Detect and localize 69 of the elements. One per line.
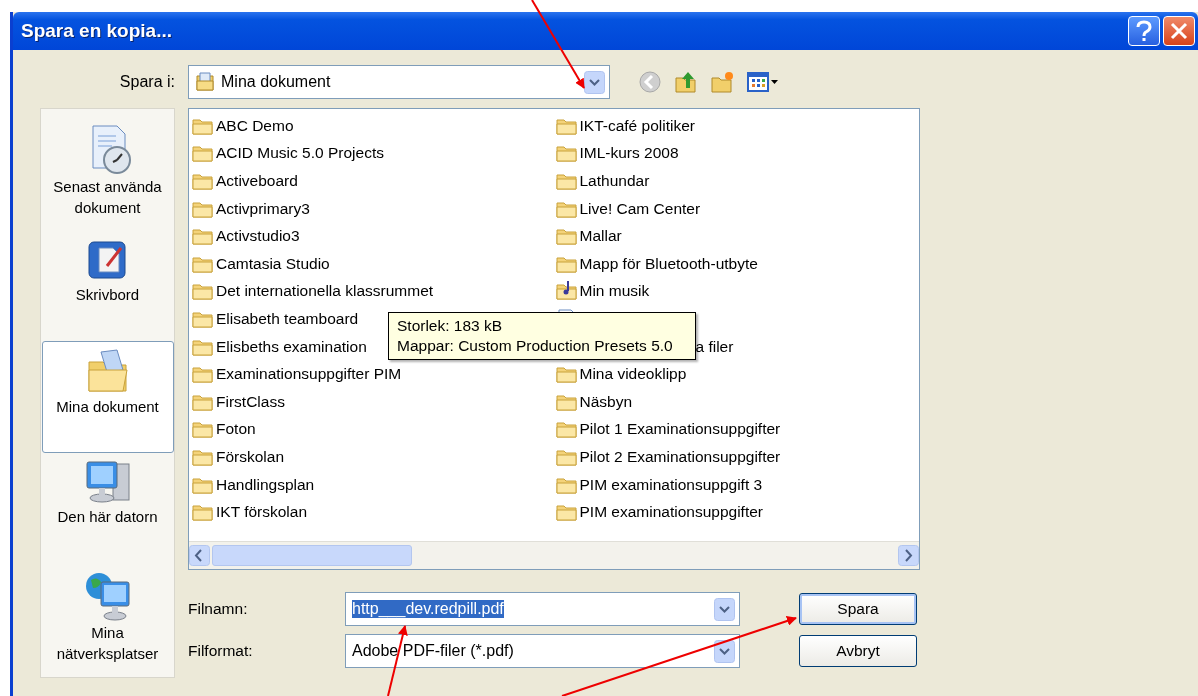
folder-icon: [555, 143, 578, 164]
view-menu-icon: [747, 70, 779, 94]
folder-icon: [555, 171, 578, 191]
folder-name[interactable]: Lathundar: [579, 172, 650, 190]
folder-icon: [192, 502, 214, 523]
scrollbar-thumb[interactable]: [212, 545, 412, 566]
folder-name[interactable]: IML-kurs 2008: [579, 144, 679, 163]
folder-icon: [192, 281, 214, 302]
folder-icon: [192, 226, 214, 247]
folder-name[interactable]: Mapp för Bluetooth-utbyte: [579, 254, 758, 273]
places-bar-item[interactable]: Mina dokument: [41, 341, 174, 453]
folder-name[interactable]: IKT-café politiker: [579, 116, 695, 135]
location-dropdown[interactable]: Mina dokument: [188, 65, 610, 99]
folder-name[interactable]: Min musik: [579, 282, 650, 301]
tooltip: Storlek: 183 kB Mappar: Custom Production Presets 5.0: [388, 312, 696, 360]
folder-name[interactable]: Live! Cam Center: [579, 199, 701, 218]
filename-field[interactable]: http___dev.redpill.pdf: [345, 592, 740, 626]
places-bar-item[interactable]: Skrivbord: [41, 229, 174, 341]
folder-up-icon: [674, 70, 698, 94]
folder-icon: [555, 364, 578, 385]
folder-name[interactable]: Camtasia Studio: [216, 254, 330, 273]
folder-name[interactable]: FirstClass: [216, 392, 285, 411]
folder-name[interactable]: Activprimary3: [216, 199, 310, 218]
folder-name[interactable]: Activstudio3: [216, 227, 300, 246]
folder-name[interactable]: PIM examinationsuppgifter: [579, 503, 763, 522]
places-bar-item[interactable]: Den här datorn: [41, 453, 174, 565]
folder-icon: [555, 502, 578, 523]
close-icon: [1168, 20, 1190, 42]
places-bar-item[interactable]: Mina nätverksplatser: [41, 565, 174, 677]
folder-name[interactable]: ACID Music 5.0 Projects: [216, 144, 384, 163]
field-label: Spara i:: [118, 73, 175, 91]
close-button[interactable]: [1163, 16, 1195, 46]
scroll-left-icon: [189, 545, 210, 566]
folder-icon: [192, 419, 214, 440]
folder-name[interactable]: Näsbyn: [579, 392, 633, 411]
folder-name[interactable]: ABC Demo: [216, 116, 294, 135]
folder-icon: [555, 419, 578, 440]
folder-name[interactable]: PIM examinationsuppgift 3: [579, 475, 763, 494]
scroll-right-icon: [898, 545, 919, 566]
save-button[interactable]: Spara: [799, 593, 917, 625]
documents-icon: [195, 71, 215, 93]
field-label: Filformat:: [188, 642, 254, 660]
folder-name[interactable]: IKT förskolan: [216, 503, 308, 522]
file-name[interactable]: a filer: [695, 337, 734, 356]
window-title: Spara en kopia...: [21, 20, 173, 42]
back-icon: [638, 70, 662, 94]
folder-icon: [555, 226, 578, 247]
cancel-button[interactable]: Avbryt: [799, 635, 917, 667]
folder-name[interactable]: Foton: [216, 420, 256, 439]
folder-name[interactable]: Elisbeths examination: [216, 337, 367, 356]
new-folder-icon: [710, 70, 735, 94]
folder-name[interactable]: Förskolan: [216, 447, 285, 466]
folder-name[interactable]: Examinationsuppgifter PIM: [216, 365, 402, 384]
folder-icon: [192, 364, 214, 385]
folder-name[interactable]: Elisabeth teamboard: [216, 309, 359, 328]
folder-name[interactable]: Handlingsplan: [216, 475, 315, 494]
places-bar-item[interactable]: Senast använda dokument: [41, 117, 174, 229]
field-label: Filnamn:: [188, 600, 249, 618]
folder-name[interactable]: Det internationella klassrummet: [216, 282, 434, 301]
folder-name[interactable]: Mallar: [579, 227, 622, 246]
folder-icon: [192, 143, 214, 164]
folder-name[interactable]: Activeboard: [216, 172, 298, 190]
folder-name[interactable]: Pilot 2 Examinationsuppgifter: [579, 447, 781, 466]
music-folder-icon: [555, 281, 578, 302]
folder-icon: [192, 171, 214, 191]
file-format-dropdown[interactable]: Adobe PDF-filer (*.pdf): [345, 634, 740, 668]
folder-name[interactable]: Mina videoklipp: [579, 365, 687, 384]
help-button[interactable]: [1128, 16, 1160, 46]
folder-name[interactable]: Pilot 1 Examinationsuppgifter: [579, 420, 781, 439]
